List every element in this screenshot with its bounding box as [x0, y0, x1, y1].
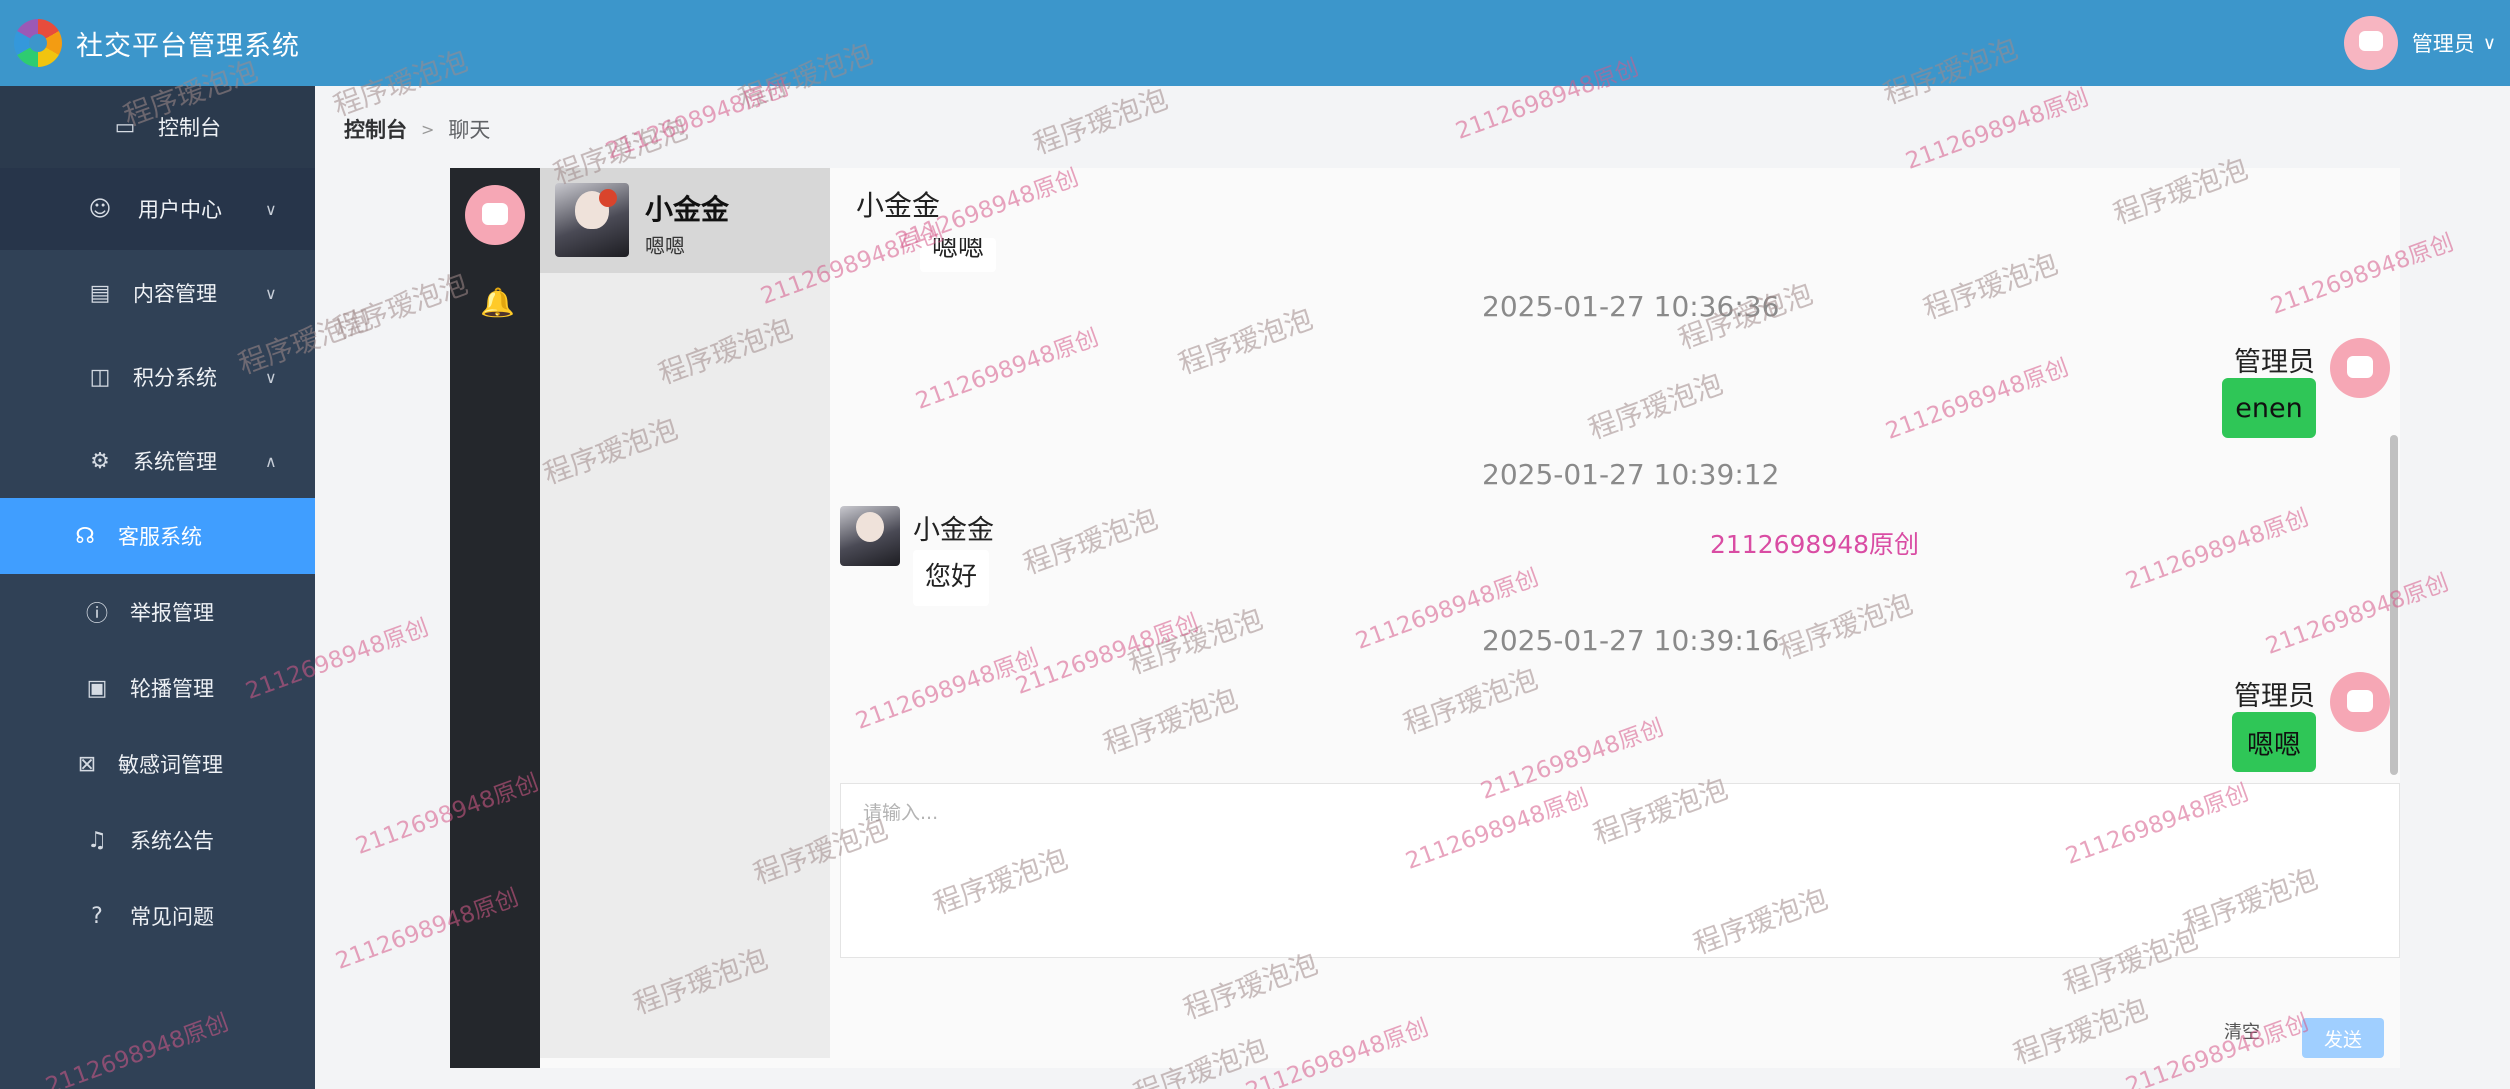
sidebar-item-label: 客服系统 [118, 525, 202, 549]
sender-avatar [2330, 672, 2390, 732]
chevron-down-icon[interactable]: ∨ [2483, 33, 2496, 54]
chevron-down-icon: ∨ [265, 367, 277, 387]
contact-list: 小金金 嗯嗯 [540, 168, 830, 1058]
message-bubble: enen [2222, 378, 2316, 438]
message-bubble: 嗯嗯 [2232, 712, 2316, 772]
picture-icon: ▣ [86, 675, 108, 701]
user-icon: ☺ [88, 196, 112, 222]
sidebar-item-system[interactable]: ⚙ 系统管理 ∧ [0, 420, 315, 502]
message-input-area [840, 783, 2400, 958]
contact-last-message: 嗯嗯 [645, 234, 685, 258]
sidebar-item-customer-service[interactable]: ☊ 客服系统 [0, 498, 315, 574]
message-timestamp: 2025-01-27 10:39:12 [1482, 458, 1780, 491]
user-avatar[interactable] [2343, 16, 2398, 70]
sidebar-item-label: 系统公告 [130, 829, 214, 853]
sidebar: ▭ 控制台 ☺ 用户中心 ∨ ▤ 内容管理 ∨ ◫ 积分系统 ∨ ⚙ 系统管理 … [0, 86, 315, 1089]
user-name[interactable]: 管理员 [2412, 28, 2475, 58]
contact-name: 小金金 [645, 193, 730, 226]
app-logo [14, 19, 62, 67]
message-bubble: 您好 [913, 550, 990, 606]
sidebar-item-faq[interactable]: ? 常见问题 [0, 878, 315, 954]
breadcrumb-current: 聊天 [448, 118, 491, 142]
sidebar-item-reports[interactable]: ⓘ 举报管理 [0, 574, 315, 650]
sidebar-item-sensitive-words[interactable]: ⊠ 敏感词管理 [0, 726, 315, 802]
breadcrumb-home[interactable]: 控制台 [344, 114, 407, 144]
sidebar-item-label: 内容管理 [133, 282, 217, 306]
sender-avatar [2330, 338, 2390, 398]
watermark: 程序瑷泡泡 [1029, 81, 1172, 161]
chevron-down-icon: ∨ [265, 283, 277, 303]
chevron-up-icon: ∧ [265, 451, 277, 471]
chevron-right-icon: > [421, 119, 435, 139]
warning-icon: ⓘ [85, 602, 108, 627]
sidebar-item-label: 敏感词管理 [118, 753, 223, 777]
message-timestamp: 2025-01-27 10:36:36 [1482, 290, 1780, 323]
sidebar-item-label: 用户中心 [138, 198, 222, 222]
sidebar-item-label: 积分系统 [133, 366, 217, 390]
bell-icon[interactable]: 🔔 [480, 286, 515, 319]
chat-title: 小金金 [856, 189, 941, 222]
message-sender: 管理员 [2234, 681, 2315, 712]
message-sender: 管理员 [2234, 347, 2315, 378]
file-x-icon: ⊠ [77, 751, 97, 777]
cup-icon: ◫ [89, 364, 111, 390]
headset-icon: ☊ [75, 523, 95, 549]
sidebar-item-dashboard[interactable]: ▭ 控制台 [0, 86, 315, 168]
app-title: 社交平台管理系统 [76, 30, 300, 62]
gear-icon: ⚙ [90, 448, 110, 474]
monitor-icon: ▭ [114, 114, 136, 140]
question-icon: ? [91, 903, 103, 929]
sidebar-item-points[interactable]: ◫ 积分系统 ∨ [0, 336, 315, 418]
sidebar-item-content[interactable]: ▤ 内容管理 ∨ [0, 252, 315, 334]
bell-icon: ♫ [87, 827, 107, 853]
sidebar-item-carousel[interactable]: ▣ 轮播管理 [0, 650, 315, 726]
sidebar-item-label: 常见问题 [130, 905, 214, 929]
sidebar-item-user-center[interactable]: ☺ 用户中心 ∨ [0, 168, 315, 250]
message-input[interactable] [841, 784, 2399, 957]
sender-avatar [840, 506, 900, 566]
message-sender: 小金金 [913, 515, 994, 546]
contact-item[interactable]: 小金金 嗯嗯 [540, 168, 830, 273]
message-scrollbar[interactable] [2390, 435, 2398, 775]
sidebar-item-label: 系统管理 [133, 450, 217, 474]
app-header: 社交平台管理系统 管理员 ∨ [0, 0, 2510, 86]
self-avatar[interactable] [465, 185, 525, 245]
chevron-down-icon: ∨ [265, 199, 277, 219]
message-timestamp: 2025-01-27 10:39:16 [1482, 624, 1780, 657]
clear-button[interactable]: 清空 [2224, 1018, 2260, 1044]
sidebar-item-label: 轮播管理 [130, 677, 214, 701]
sidebar-item-announcements[interactable]: ♫ 系统公告 [0, 802, 315, 878]
sidebar-item-label: 控制台 [158, 116, 221, 140]
sidebar-item-label: 举报管理 [130, 601, 214, 625]
message-bubble: 嗯嗯 [920, 238, 997, 272]
chat-left-bar: 🔔 [450, 168, 540, 1068]
watermark: 2112698948原创 [1902, 84, 2093, 175]
contact-avatar [555, 183, 629, 257]
document-icon: ▤ [89, 280, 111, 306]
breadcrumb: 控制台 > 聊天 [344, 114, 490, 144]
send-button[interactable]: 发送 [2302, 1018, 2384, 1058]
user-menu[interactable]: 管理员 ∨ [2343, 0, 2510, 86]
